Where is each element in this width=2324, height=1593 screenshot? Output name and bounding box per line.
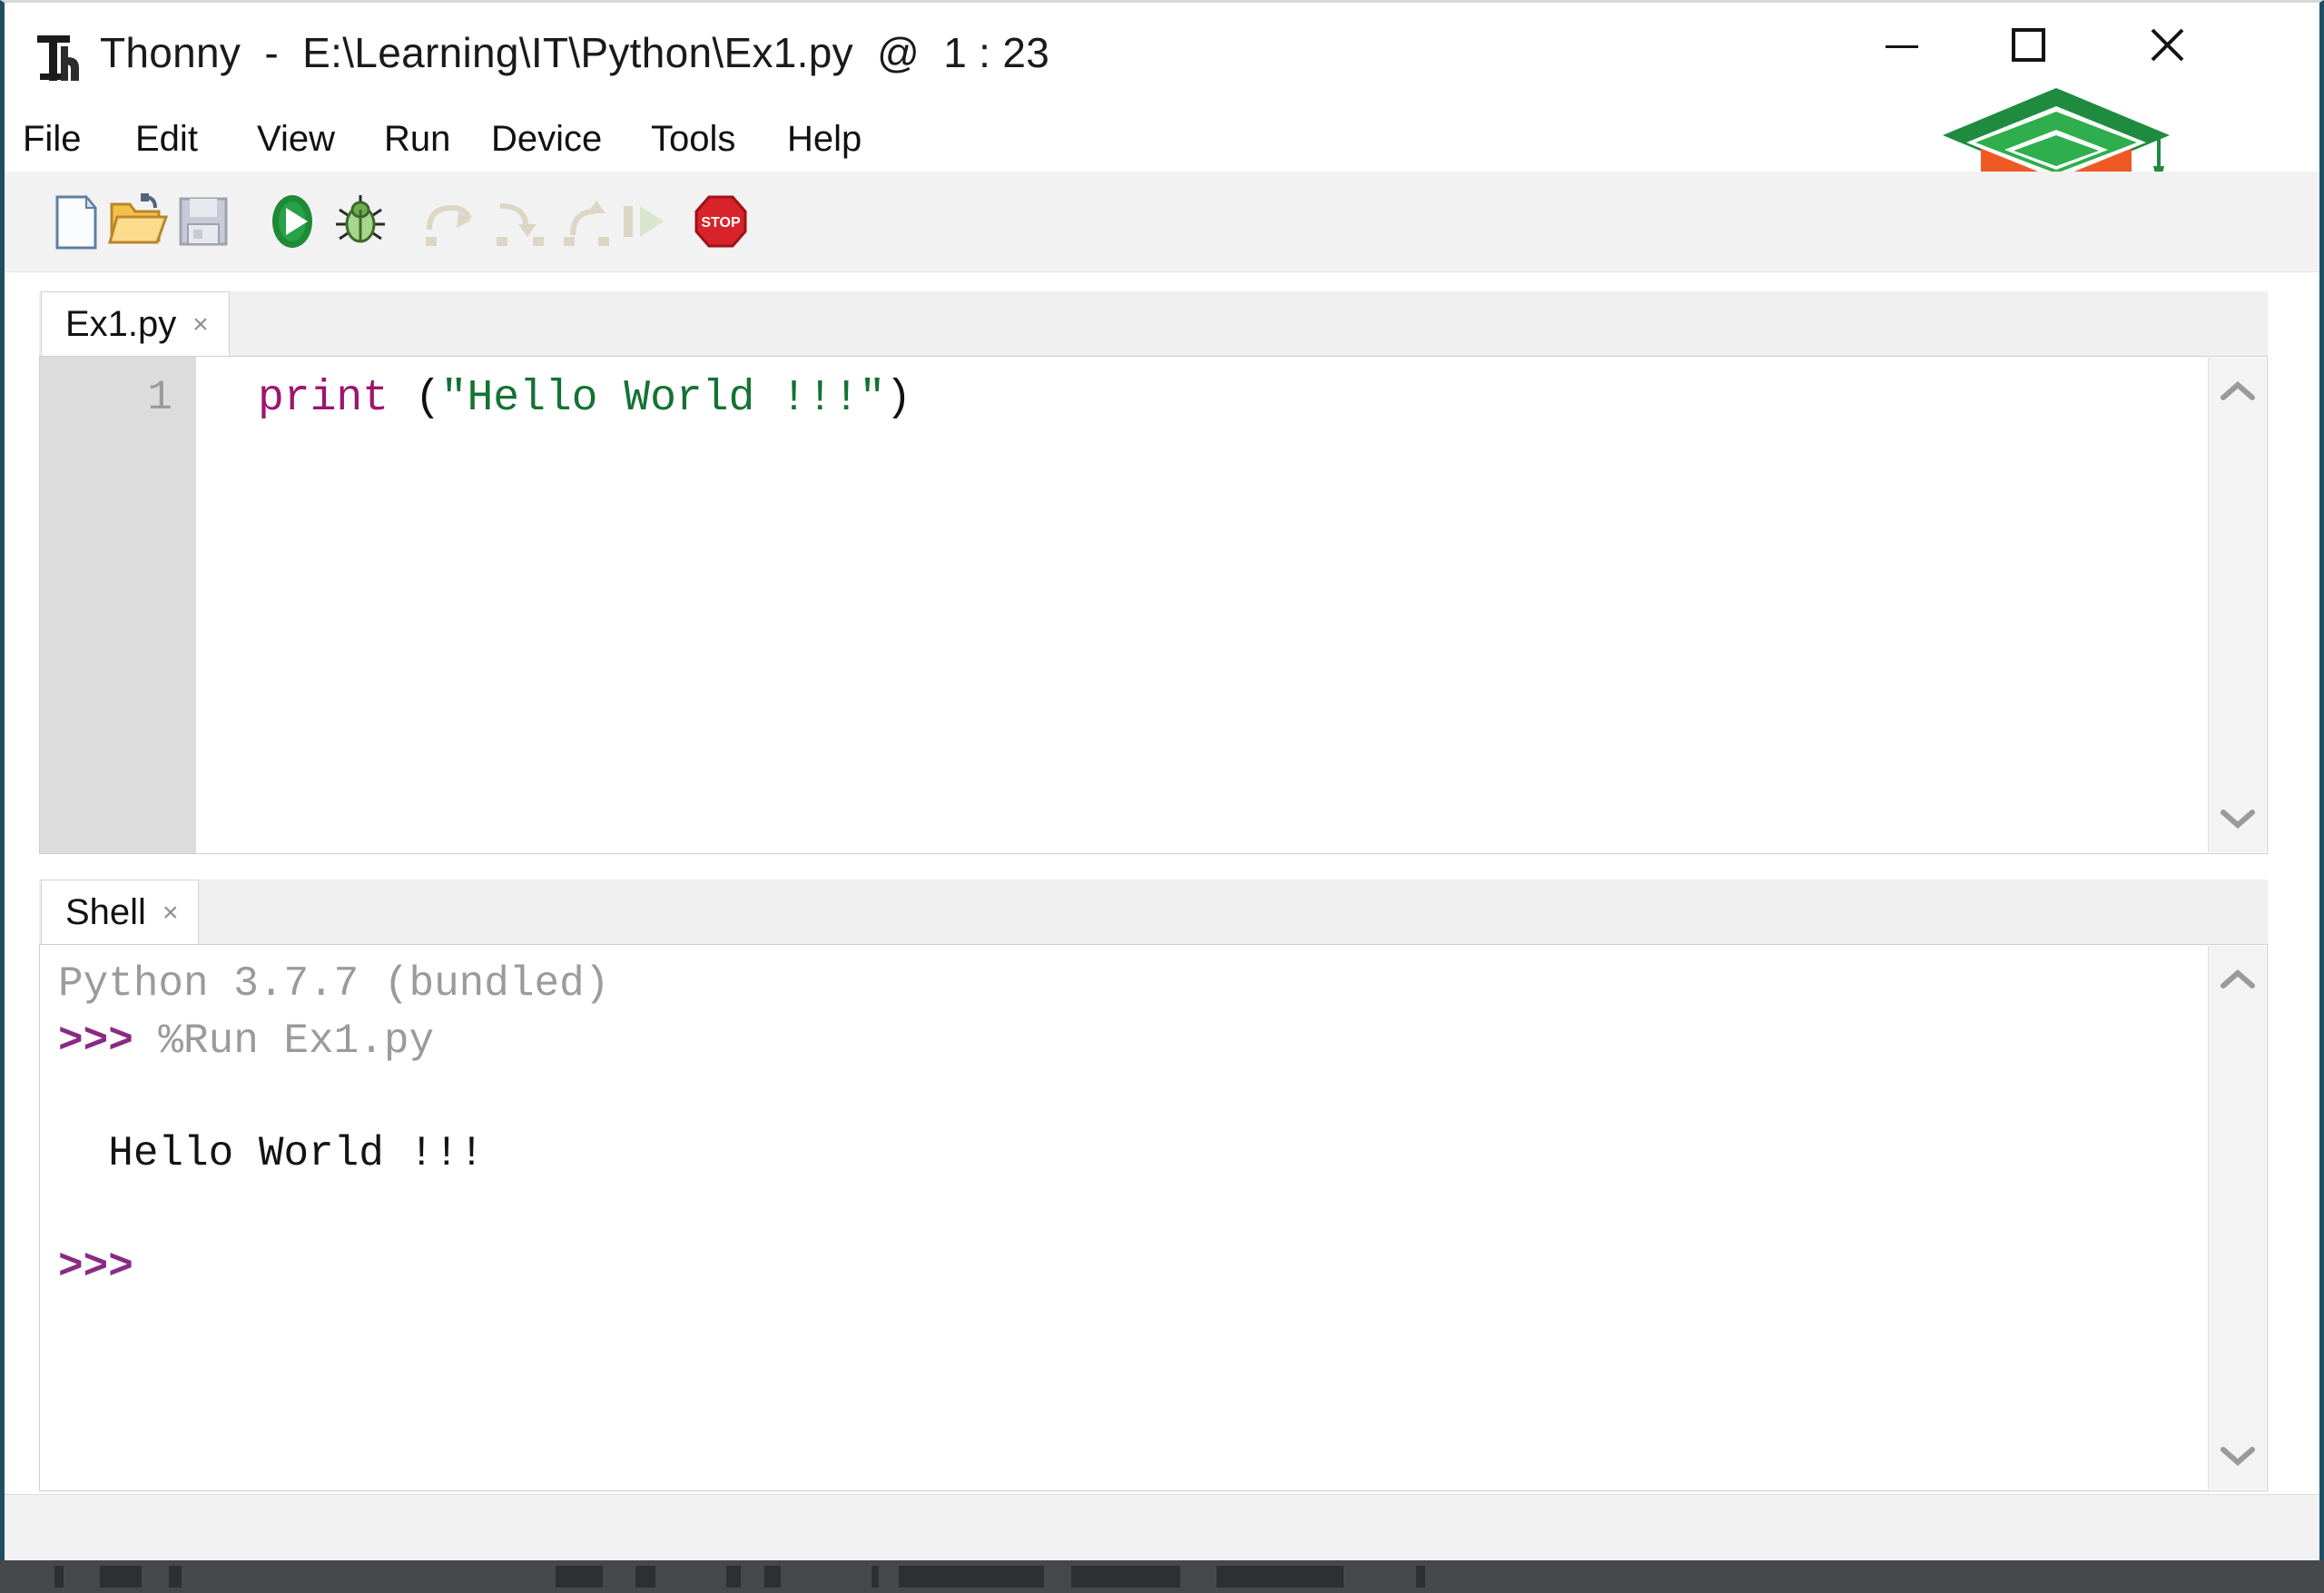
shell-blank-line-2 — [58, 1183, 2207, 1239]
close-button[interactable] — [2120, 3, 2214, 90]
line-number: 1 — [147, 374, 172, 421]
new-file-icon — [55, 194, 98, 250]
chevron-down-icon — [2221, 810, 2255, 829]
menu-item-device[interactable]: Device — [486, 115, 607, 163]
shell-command-text: %Run Ex1.py — [133, 1017, 435, 1065]
minimize-icon — [1886, 45, 1918, 48]
maximize-button[interactable] — [1981, 3, 2075, 90]
stop-icon: STOP — [694, 195, 747, 248]
thonny-app-icon — [34, 32, 88, 88]
editor-line-number-gutter: 1 — [40, 357, 196, 853]
shell-scroll-up-arrow[interactable] — [2209, 953, 2267, 1006]
svg-text:STOP: STOP — [701, 215, 741, 231]
step-into-icon — [497, 203, 544, 246]
step-over-button — [415, 188, 482, 255]
shell-tab-label: Shell — [65, 892, 146, 932]
shell-banner-line: Python 3.7.7 (bundled) — [58, 960, 610, 1008]
menu-item-view[interactable]: View — [251, 115, 340, 163]
chevron-down-icon — [2221, 1447, 2255, 1466]
editor-tab-ex1py[interactable]: Ex1.py × — [41, 291, 230, 357]
save-file-button[interactable] — [170, 188, 237, 255]
menu-item-help[interactable]: Help — [782, 115, 867, 163]
editor-text-body[interactable]: 1 print ("Hello World !!!") — [39, 356, 2268, 854]
minimize-button[interactable] — [1855, 3, 1949, 90]
thonny-main-window: Thonny - E:\Learning\IT\Python\Ex1.py @ … — [0, 0, 2324, 1560]
menu-item-run[interactable]: Run — [379, 115, 456, 163]
editor-tab-label: Ex1.py — [65, 304, 177, 344]
toolbar: STOP — [5, 172, 2319, 272]
code-token-close-paren: ) — [885, 374, 912, 423]
window-title: Thonny - E:\Learning\IT\Python\Ex1.py @ … — [100, 29, 1050, 76]
open-file-button[interactable] — [104, 188, 172, 255]
shell-tab[interactable]: Shell × — [41, 880, 200, 945]
shell-output-text[interactable]: Python 3.7.7 (bundled) >>> %Run Ex1.py He… — [40, 945, 2207, 1490]
shell-tab-strip: Shell × — [39, 880, 2268, 945]
code-token-open-paren: ( — [414, 374, 441, 423]
shell-input-line[interactable]: >>> — [58, 1239, 2207, 1296]
debug-bug-icon — [336, 195, 385, 243]
shell-scroll-down-arrow[interactable] — [2209, 1430, 2267, 1482]
shell-command-line: >>> %Run Ex1.py — [58, 1013, 2207, 1070]
stop-button[interactable]: STOP — [687, 188, 754, 255]
step-into-button — [486, 188, 553, 255]
resume-icon — [624, 206, 664, 237]
code-token-keyword: print — [258, 374, 389, 423]
taskbar-sliver — [0, 1560, 2324, 1593]
chevron-up-icon — [2221, 381, 2255, 400]
menu-item-edit[interactable]: Edit — [130, 115, 203, 163]
menu-item-file[interactable]: File — [17, 115, 86, 163]
editor-panel: Ex1.py × 1 print ("Hello World !!!") — [39, 291, 2268, 854]
menu-item-tools[interactable]: Tools — [645, 115, 741, 163]
open-folder-icon — [108, 193, 169, 244]
shell-tab-close-icon[interactable]: × — [162, 899, 179, 927]
close-icon — [2151, 28, 2184, 62]
shell-input-prompt-symbol: >>> — [58, 1243, 133, 1291]
run-button[interactable] — [259, 188, 326, 255]
shell-blank-line-1 — [58, 1069, 2207, 1126]
editor-tab-strip: Ex1.py × — [39, 291, 2268, 357]
shell-prompt-symbol: >>> — [58, 1017, 133, 1065]
new-file-button[interactable] — [43, 188, 110, 255]
code-token-string: "Hello World !!!" — [440, 374, 886, 423]
editor-vertical-scrollbar[interactable] — [2208, 358, 2266, 852]
shell-vertical-scrollbar[interactable] — [2208, 946, 2266, 1490]
save-disk-icon — [179, 197, 228, 246]
status-bar — [5, 1494, 2319, 1560]
shell-panel: Shell × Python 3.7.7 (bundled) >>> %Run E… — [39, 880, 2268, 1491]
maximize-icon — [2012, 28, 2045, 62]
shell-output-line: Hello World !!! — [58, 1130, 485, 1178]
shell-text-body[interactable]: Python 3.7.7 (bundled) >>> %Run Ex1.py He… — [39, 944, 2268, 1491]
editor-tab-close-icon[interactable]: × — [192, 310, 209, 339]
resume-button — [611, 188, 678, 255]
debug-button[interactable] — [327, 188, 394, 255]
editor-scroll-up-arrow[interactable] — [2209, 365, 2267, 418]
step-over-icon — [426, 204, 472, 246]
editor-code-text[interactable]: print ("Hello World !!!") — [196, 357, 2207, 853]
chevron-up-icon — [2221, 969, 2255, 988]
editor-scroll-down-arrow[interactable] — [2209, 792, 2267, 845]
run-icon — [272, 195, 312, 248]
